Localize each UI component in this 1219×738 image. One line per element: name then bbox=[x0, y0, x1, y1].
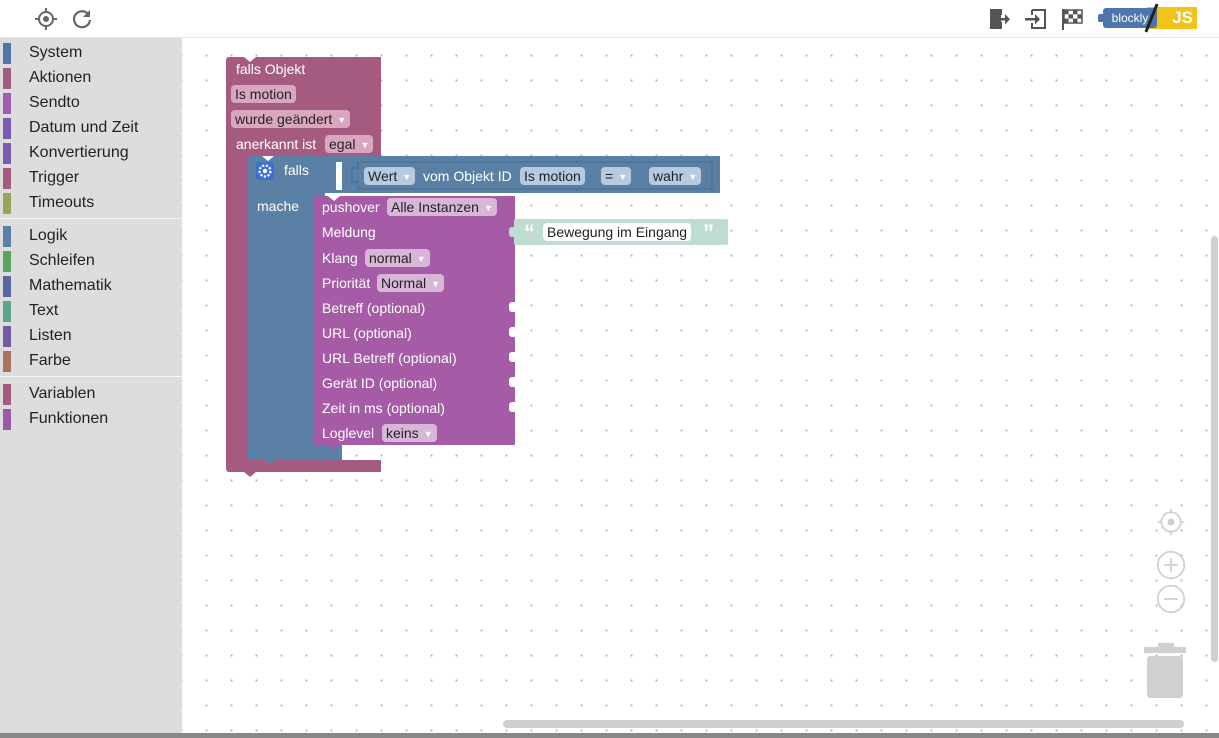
trigger-object-field[interactable]: Is motion bbox=[231, 85, 296, 103]
input-notch bbox=[509, 402, 516, 412]
of-object-label: vom Objekt ID bbox=[423, 168, 512, 184]
trigger-title: falls Objekt bbox=[236, 61, 306, 77]
ack-label: anerkannt ist bbox=[236, 136, 317, 152]
pushover-row-label: URL Betreff (optional) bbox=[322, 350, 457, 366]
pushover-row-label: Priorität bbox=[322, 275, 371, 291]
pushover-title: pushover bbox=[322, 199, 380, 215]
dropdown-arrow-icon: ▼ bbox=[618, 172, 628, 182]
close-quote-icon: ” bbox=[703, 220, 714, 245]
trigger-condition-dropdown[interactable]: wurde geändert ▼ bbox=[231, 110, 351, 128]
sound-dropdown[interactable]: normal ▼ bbox=[365, 249, 430, 267]
priority-dropdown[interactable]: Normal ▼ bbox=[377, 274, 445, 292]
compare-object-value: Is motion bbox=[524, 168, 581, 184]
ack-value: egal bbox=[329, 136, 356, 152]
dropdown-arrow-icon: ▼ bbox=[337, 115, 347, 125]
operator-value: = bbox=[605, 168, 614, 184]
instance-dropdown[interactable]: Alle Instanzen ▼ bbox=[387, 198, 497, 216]
gear-icon[interactable] bbox=[256, 162, 274, 180]
dropdown-arrow-icon: ▼ bbox=[416, 254, 426, 264]
center-icon bbox=[1157, 508, 1185, 536]
instance-value: Alle Instanzen bbox=[391, 199, 479, 215]
input-notch bbox=[509, 302, 516, 312]
pushover-row-label: Klang bbox=[322, 250, 358, 266]
message-text-field[interactable]: Bewegung im Eingang bbox=[543, 223, 692, 241]
zoom-in-button[interactable] bbox=[1156, 550, 1190, 584]
horizontal-scrollbar[interactable] bbox=[503, 720, 1184, 728]
pushover-row-label: Gerät ID (optional) bbox=[322, 375, 438, 391]
blockly-editor: JS blockly System Aktionen Sendto Datum … bbox=[0, 0, 1219, 738]
dropdown-arrow-icon: ▼ bbox=[360, 140, 370, 150]
compare-object-field[interactable]: Is motion bbox=[520, 167, 585, 185]
zoom-out-button[interactable] bbox=[1156, 584, 1190, 618]
compare-value: wahr bbox=[653, 168, 684, 184]
message-text-block[interactable]: “ Bewegung im Eingang ” bbox=[514, 219, 728, 245]
ack-dropdown[interactable]: egal ▼ bbox=[325, 135, 374, 153]
input-notch bbox=[509, 327, 516, 337]
vertical-scrollbar[interactable] bbox=[1211, 236, 1218, 662]
pushover-row-label: Zeit in ms (optional) bbox=[322, 400, 445, 416]
open-quote-icon: “ bbox=[524, 220, 535, 245]
priority-value: Normal bbox=[381, 275, 427, 291]
block-shapes bbox=[226, 57, 720, 477]
trash-icon bbox=[1144, 643, 1186, 698]
pushover-row-label: Loglevel bbox=[322, 425, 375, 441]
zoom-out-icon bbox=[1156, 584, 1186, 614]
input-notch bbox=[509, 377, 516, 387]
dropdown-arrow-icon: ▼ bbox=[483, 203, 493, 213]
if-falls-label: falls bbox=[284, 162, 309, 178]
message-text-value: Bewegung im Eingang bbox=[547, 224, 688, 240]
pushover-row-label: Meldung bbox=[322, 224, 376, 240]
dropdown-arrow-icon: ▼ bbox=[423, 429, 433, 439]
input-notch bbox=[509, 352, 516, 362]
loglevel-dropdown[interactable]: keins ▼ bbox=[382, 424, 437, 442]
property-dropdown[interactable]: Wert ▼ bbox=[364, 167, 416, 185]
center-button[interactable] bbox=[1156, 507, 1190, 541]
sound-value: normal bbox=[369, 250, 412, 266]
trigger-condition-value: wurde geändert bbox=[235, 111, 333, 127]
dropdown-arrow-icon: ▼ bbox=[402, 172, 412, 182]
trigger-object-value: Is motion bbox=[235, 86, 292, 102]
dropdown-arrow-icon: ▼ bbox=[688, 172, 698, 182]
trash-button[interactable] bbox=[1144, 643, 1188, 701]
dropdown-arrow-icon: ▼ bbox=[431, 279, 441, 289]
loglevel-value: keins bbox=[386, 425, 419, 441]
value-dropdown[interactable]: wahr ▼ bbox=[649, 167, 702, 185]
operator-dropdown[interactable]: = ▼ bbox=[601, 167, 632, 185]
pushover-row-label: URL (optional) bbox=[322, 325, 412, 341]
window-bottom-border bbox=[0, 733, 1219, 738]
if-mache-label: mache bbox=[257, 198, 300, 214]
zoom-in-icon bbox=[1156, 550, 1186, 580]
property-value: Wert bbox=[368, 168, 398, 184]
pushover-row-label: Betreff (optional) bbox=[322, 300, 426, 316]
